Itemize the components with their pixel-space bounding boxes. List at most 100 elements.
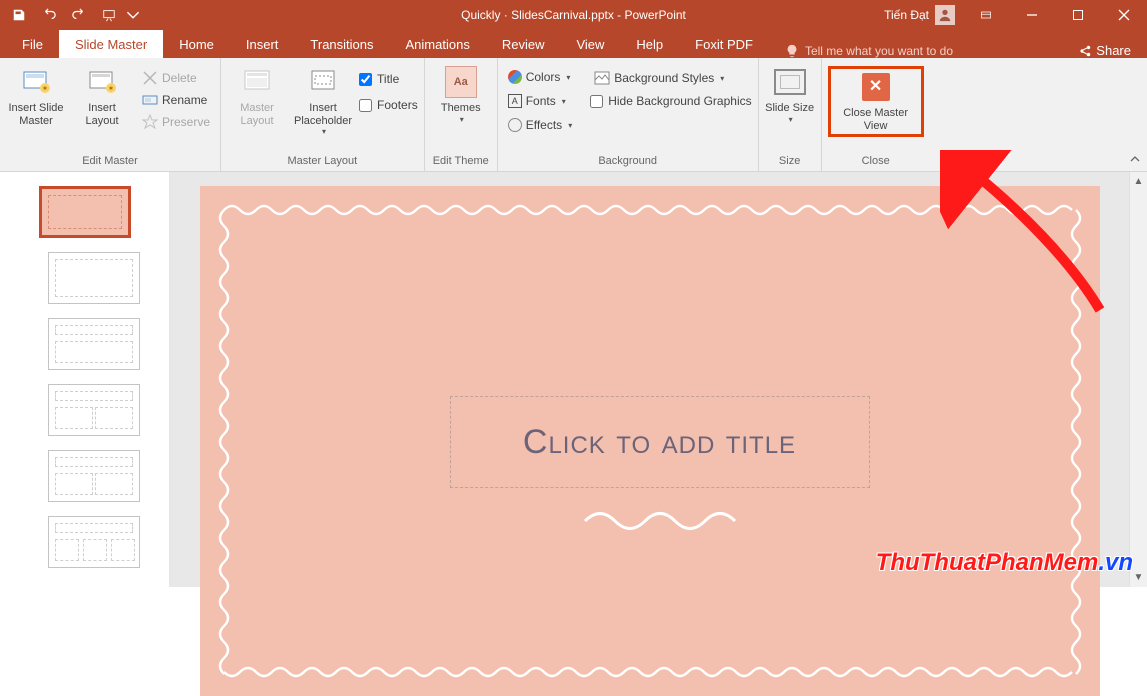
minimize-icon: [1026, 9, 1038, 21]
tell-me-placeholder: Tell me what you want to do: [805, 44, 953, 58]
themes-icon: Aa: [445, 66, 477, 98]
tab-foxit-pdf[interactable]: Foxit PDF: [679, 30, 769, 58]
layout-thumbnail[interactable]: [48, 516, 140, 568]
rename-icon: [142, 92, 158, 108]
group-label-edit-theme: Edit Theme: [431, 155, 491, 171]
window-title: Quickly · SlidesCarnival.pptx - PowerPoi…: [461, 8, 686, 22]
ribbon-display-icon: [980, 9, 992, 21]
colors-icon: [508, 70, 522, 84]
group-label-master-layout: Master Layout: [227, 155, 418, 171]
title-checkbox[interactable]: Title: [359, 72, 418, 86]
title-placeholder[interactable]: Click to add title: [450, 396, 870, 488]
tab-help[interactable]: Help: [620, 30, 679, 58]
ribbon-options-button[interactable]: [963, 0, 1009, 30]
effects-button[interactable]: Effects▾: [504, 116, 576, 134]
layout-thumbnail[interactable]: [48, 384, 140, 436]
insert-layout-button[interactable]: ✶ Insert Layout: [72, 66, 132, 127]
group-master-layout: Master Layout Insert Placeholder▾ Title …: [221, 58, 425, 171]
scroll-up-icon[interactable]: ▲: [1134, 176, 1144, 187]
insert-placeholder-icon: [307, 66, 339, 98]
slide-edit-area[interactable]: Click to add title: [170, 172, 1129, 587]
tab-slide-master[interactable]: Slide Master: [59, 30, 163, 58]
tab-transitions[interactable]: Transitions: [294, 30, 389, 58]
tab-view[interactable]: View: [560, 30, 620, 58]
fonts-icon: A: [508, 94, 522, 108]
close-master-view-button[interactable]: ✕ Close Master View: [837, 71, 915, 132]
share-button[interactable]: Share: [1078, 43, 1141, 58]
minimize-button[interactable]: [1009, 0, 1055, 30]
group-edit-master: ✶ Insert Slide Master ✶ Insert Layout De…: [0, 58, 221, 171]
rename-button[interactable]: Rename: [138, 90, 214, 110]
window-close-button[interactable]: [1101, 0, 1147, 30]
watermark: ThuThuatPhanMem.vn: [876, 549, 1133, 577]
decorative-swirl: [580, 506, 740, 536]
svg-text:✶: ✶: [42, 84, 49, 93]
master-layout-button: Master Layout: [227, 66, 287, 127]
share-icon: [1078, 44, 1092, 58]
user-avatar-icon: [935, 5, 955, 25]
ribbon-tabs: File Slide Master Home Insert Transition…: [0, 30, 1147, 58]
colors-button[interactable]: Colors▾: [504, 68, 576, 86]
redo-button[interactable]: [66, 2, 92, 28]
hide-background-graphics-checkbox[interactable]: Hide Background Graphics: [590, 94, 751, 108]
background-styles-button[interactable]: Background Styles▾: [590, 68, 751, 88]
layout-thumbnail[interactable]: [48, 252, 140, 304]
insert-slide-master-icon: ✶: [20, 66, 52, 98]
delete-button: Delete: [138, 68, 214, 88]
delete-icon: [142, 70, 158, 86]
group-label-size: Size: [765, 155, 815, 171]
redo-icon: [72, 8, 86, 22]
tab-file[interactable]: File: [6, 30, 59, 58]
footers-checkbox[interactable]: Footers: [359, 98, 418, 112]
effects-icon: [508, 118, 522, 132]
group-close: ✕ Close Master View Close: [822, 58, 930, 171]
chevron-up-icon: [1129, 153, 1141, 165]
slide-size-button[interactable]: Slide Size▾: [765, 66, 815, 124]
tell-me-search[interactable]: Tell me what you want to do: [785, 44, 953, 58]
undo-button[interactable]: [36, 2, 62, 28]
themes-button[interactable]: Aa Themes▾: [431, 66, 491, 124]
thumbnail-pane[interactable]: [0, 172, 170, 587]
fonts-button[interactable]: A Fonts▾: [504, 92, 576, 110]
background-styles-icon: [594, 70, 610, 86]
vertical-scrollbar[interactable]: ▲ ▼: [1129, 172, 1147, 587]
chevron-down-icon: [126, 8, 140, 22]
collapse-ribbon-button[interactable]: [1123, 58, 1147, 171]
title-bar: Quickly · SlidesCarnival.pptx - PowerPoi…: [0, 0, 1147, 30]
share-label: Share: [1096, 43, 1131, 58]
undo-icon: [42, 8, 56, 22]
scroll-down-icon[interactable]: ▼: [1134, 572, 1144, 583]
close-icon: [1118, 9, 1130, 21]
user-account[interactable]: Tiến Đạt: [884, 5, 963, 25]
group-size: Slide Size▾ Size: [759, 58, 822, 171]
scroll-track[interactable]: [1130, 187, 1147, 572]
tab-review[interactable]: Review: [486, 30, 561, 58]
save-icon: [12, 8, 26, 22]
close-master-view-highlight: ✕ Close Master View: [828, 66, 924, 137]
ribbon: ✶ Insert Slide Master ✶ Insert Layout De…: [0, 58, 1147, 172]
layout-thumbnail[interactable]: [48, 450, 140, 502]
close-master-icon: ✕: [862, 73, 890, 101]
insert-placeholder-button[interactable]: Insert Placeholder▾: [293, 66, 353, 136]
insert-layout-icon: ✶: [86, 66, 118, 98]
group-edit-theme: Aa Themes▾ Edit Theme: [425, 58, 498, 171]
tab-insert[interactable]: Insert: [230, 30, 295, 58]
group-label-background: Background: [504, 155, 752, 171]
quick-access-toolbar: [0, 2, 140, 28]
tab-home[interactable]: Home: [163, 30, 230, 58]
start-from-beginning-button[interactable]: [96, 2, 122, 28]
tab-animations[interactable]: Animations: [390, 30, 486, 58]
insert-slide-master-button[interactable]: ✶ Insert Slide Master: [6, 66, 66, 127]
slide-canvas[interactable]: Click to add title: [200, 186, 1100, 696]
maximize-button[interactable]: [1055, 0, 1101, 30]
master-thumbnail[interactable]: [39, 186, 131, 238]
title-placeholder-text: Click to add title: [523, 423, 796, 462]
svg-text:✶: ✶: [108, 84, 115, 93]
slide-size-icon: [774, 69, 806, 95]
presentation-icon: [102, 8, 116, 22]
save-button[interactable]: [6, 2, 32, 28]
qat-customize-button[interactable]: [126, 2, 140, 28]
layout-thumbnail[interactable]: [48, 318, 140, 370]
maximize-icon: [1072, 9, 1084, 21]
workspace: Click to add title ▲ ▼: [0, 172, 1147, 587]
